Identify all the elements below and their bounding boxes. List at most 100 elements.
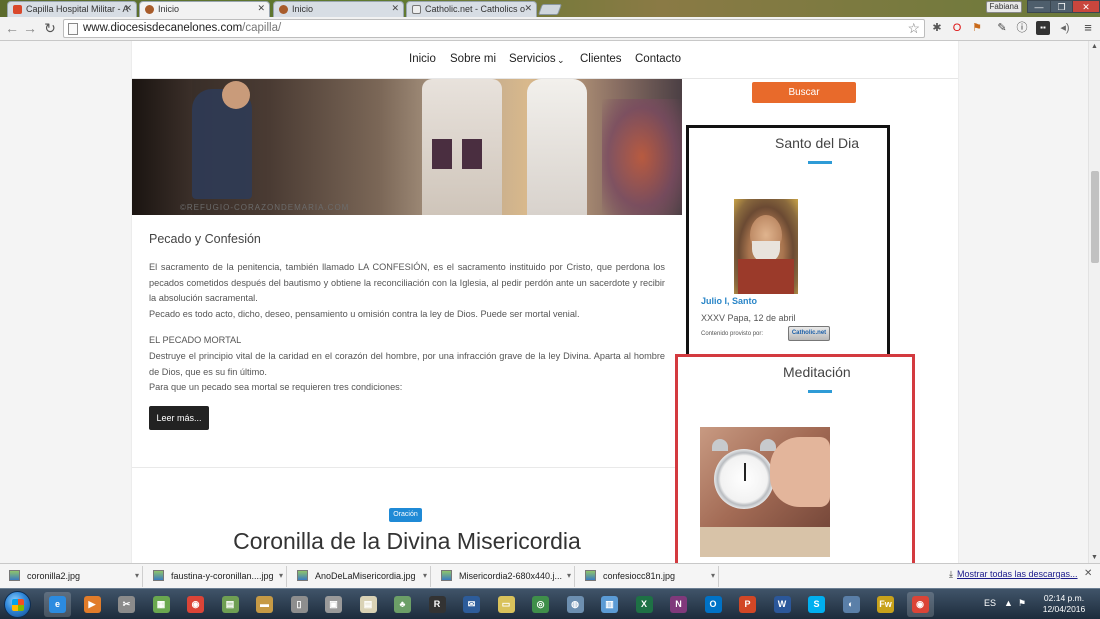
taskbar-app-powerpoint[interactable]: P [734, 592, 761, 617]
site-navigation: Inicio Sobre mi Servicios ⌄ Clientes Con… [132, 41, 958, 79]
system-clock[interactable]: 02:14 p.m. 12/04/2016 [1036, 593, 1092, 615]
tab-inicio[interactable]: Inicio ✕ [273, 1, 404, 17]
taskbar-app-notes[interactable]: ▤ [355, 592, 382, 617]
download-item[interactable]: coronilla2.jpg ▾ [0, 566, 143, 587]
taskbar-app-chrome-active[interactable]: ◉ [906, 592, 934, 617]
opera-extension-icon[interactable]: O [950, 21, 964, 35]
language-indicator[interactable]: ES [984, 598, 996, 608]
taskbar-app-word[interactable]: W [769, 592, 796, 617]
maps-icon: ▥ [601, 596, 618, 613]
address-bar[interactable]: www.diocesisdecanelones.com/capilla/ ☆ [63, 19, 925, 38]
taskbar-app-chrome[interactable]: ◉ [182, 592, 209, 617]
window-close-icon[interactable]: ✕ [1072, 0, 1100, 13]
info-extension-icon[interactable]: ⓘ [1015, 21, 1029, 35]
folder-icon: ▭ [497, 596, 515, 613]
forward-arrow-icon[interactable]: → [22, 20, 38, 36]
taskbar-app-people[interactable]: ◍ [562, 592, 589, 617]
download-item[interactable]: confesiocc81n.jpg ▾ [576, 566, 719, 587]
read-more-button[interactable]: Leer más... [149, 406, 209, 430]
article-title[interactable]: Pecado y Confesión [149, 232, 261, 246]
image-file-icon [585, 570, 596, 581]
minimize-icon[interactable]: — [1027, 0, 1051, 13]
maximize-icon[interactable]: ❐ [1050, 0, 1073, 13]
saint-portrait-image[interactable] [734, 199, 798, 294]
tab-catholic-net[interactable]: Catholic.net - Catholics o ✕ [406, 1, 537, 17]
taskbar-app-bible[interactable]: ▬ [251, 592, 278, 617]
taskbar-app-rdp[interactable]: R [424, 592, 451, 617]
widget-heading: Santo del Dia [775, 135, 860, 151]
flag-extension-icon[interactable]: ⚑ [970, 21, 984, 35]
excel-icon: X [635, 596, 653, 613]
download-menu-caret-icon[interactable]: ▾ [279, 571, 283, 580]
dark-extension-icon[interactable]: ▪▪ [1036, 21, 1050, 35]
taskbar-app-calc[interactable]: ▤ [217, 592, 244, 617]
scroll-down-arrow-icon[interactable]: ▼ [1091, 554, 1098, 561]
back-arrow-icon[interactable]: ← [4, 20, 20, 36]
catholic-net-logo[interactable]: Catholic.net [788, 326, 830, 341]
taskbar-app-globe[interactable]: ◐ [838, 592, 865, 617]
taskbar-app-onenote[interactable]: N [665, 592, 692, 617]
nav-servicios[interactable]: Servicios [509, 53, 556, 65]
close-tab-icon[interactable]: ✕ [257, 3, 265, 14]
search-button[interactable]: Buscar [752, 82, 856, 103]
nav-inicio[interactable]: Inicio [409, 53, 436, 65]
download-menu-caret-icon[interactable]: ▾ [135, 571, 139, 580]
chevron-down-icon[interactable]: ⌄ [557, 55, 565, 66]
nav-sobre-mi[interactable]: Sobre mi [450, 53, 496, 65]
saint-name-link[interactable]: Julio I, Santo [701, 296, 757, 306]
new-tab-button[interactable] [537, 4, 563, 15]
nav-clientes[interactable]: Clientes [580, 53, 622, 65]
taskbar-app-phone[interactable]: ▯ [286, 592, 313, 617]
download-item[interactable]: faustina-y-coronillan....jpg ▾ [144, 566, 287, 587]
taskbar-app-fireworks[interactable]: Fw [872, 592, 899, 617]
taskbar-app-store[interactable]: ▦ [148, 592, 175, 617]
post-title[interactable]: Coronilla de la Divina Misericordia [149, 528, 665, 555]
wrench-extension-icon[interactable]: ✎ [995, 21, 1009, 35]
show-all-downloads-link[interactable]: Mostrar todas las descargas... [957, 569, 1078, 579]
tab-inicio-active[interactable]: Inicio ✕ [139, 1, 270, 17]
close-tab-icon[interactable]: ✕ [124, 3, 132, 14]
taskbar-app-maps[interactable]: ▥ [596, 592, 623, 617]
download-menu-caret-icon[interactable]: ▾ [567, 571, 571, 580]
taskbar-app-skype[interactable]: S [803, 592, 830, 617]
close-tab-icon[interactable]: ✕ [391, 3, 399, 14]
taskbar-app-media-player[interactable]: ▶ [79, 592, 106, 617]
taskbar-app-excel[interactable]: X [631, 592, 658, 617]
taskbar-app-folder[interactable]: ▭ [493, 592, 520, 617]
download-item[interactable]: Misericordia2-680x440.j... ▾ [432, 566, 575, 587]
close-tab-icon[interactable]: ✕ [524, 3, 532, 14]
show-all-downloads[interactable]: ⤓ Mostrar todas las descargas... [949, 569, 1078, 580]
nav-contacto[interactable]: Contacto [635, 53, 681, 65]
taskbar-app-mail-app[interactable]: ✉ [458, 592, 485, 617]
url-text[interactable]: www.diocesisdecanelones.com/capilla/ [83, 22, 281, 34]
taskbar-app-snipping[interactable]: ✂ [113, 592, 140, 617]
category-badge[interactable]: Oración [389, 508, 422, 522]
menu-hamburger-icon[interactable]: ≡ [1081, 21, 1095, 35]
bookmark-star-icon[interactable]: ☆ [907, 20, 920, 37]
dark-pew [132, 79, 192, 215]
taskbar-app-ie[interactable]: e [44, 592, 71, 617]
download-item[interactable]: AnoDeLaMisericordia.jpg ▾ [288, 566, 431, 587]
tray-expand-icon[interactable]: ▲ [1004, 598, 1013, 608]
scroll-up-arrow-icon[interactable]: ▲ [1091, 43, 1098, 50]
action-center-flag-icon[interactable]: ⚑ [1018, 598, 1026, 609]
download-menu-caret-icon[interactable]: ▾ [711, 571, 715, 580]
sound-extension-icon[interactable]: ◂) [1058, 21, 1072, 35]
download-menu-caret-icon[interactable]: ▾ [423, 571, 427, 580]
profile-button[interactable]: Fabiana [986, 1, 1022, 13]
reload-icon[interactable]: ↻ [42, 20, 58, 37]
heading-underline [808, 390, 832, 393]
taskbar-app-network[interactable]: ♣ [389, 592, 416, 617]
bug-extension-icon[interactable]: ✱ [930, 21, 944, 35]
tab-capilla-hospital[interactable]: Capilla Hospital Militar - A ✕ [7, 1, 137, 17]
page-scrollbar[interactable]: ▲ ▼ [1088, 41, 1100, 563]
alarm-clock-image[interactable] [700, 427, 830, 557]
start-button[interactable] [4, 591, 31, 618]
taskbar-app-outlook[interactable]: O [700, 592, 727, 617]
store-icon: ▦ [152, 596, 170, 613]
taskbar-app-tools[interactable]: ▣ [320, 592, 347, 617]
clock-hand [744, 463, 746, 481]
scrollbar-thumb[interactable] [1091, 171, 1099, 263]
close-downloads-icon[interactable]: ✕ [1084, 568, 1092, 579]
taskbar-app-eye[interactable]: ◎ [527, 592, 554, 617]
